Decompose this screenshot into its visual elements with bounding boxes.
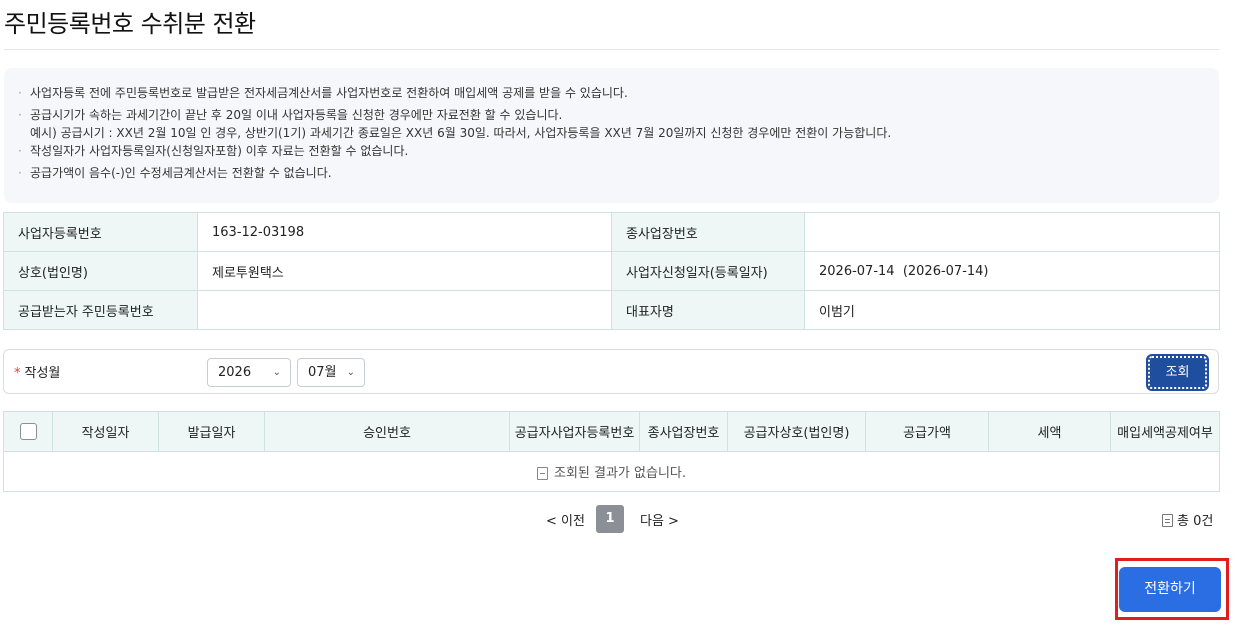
notice-line: · 공급가액이 음수(-)인 수정세금계산서는 전환할 수 없습니다.: [18, 166, 332, 180]
col-issue-date: 발급일자: [158, 411, 265, 452]
chevron-down-icon: ⌄: [272, 367, 281, 378]
col-approval-no: 승인번호: [264, 411, 510, 452]
company-value: 제로투원택스: [197, 251, 612, 291]
table-header-row: 작성일자 발급일자 승인번호 공급자사업자등록번호 종사업장번호 공급자상호(법…: [3, 411, 1220, 452]
col-write-date: 작성일자: [52, 411, 159, 452]
biz-no-label: 사업자등록번호: [3, 212, 198, 252]
business-info-table: 사업자등록번호 163-12-03198 종사업장번호 상호(법인명) 제로투원…: [3, 212, 1220, 330]
select-all-cell[interactable]: [3, 411, 53, 452]
empty-row: 조회된 결과가 없습니다.: [3, 451, 1220, 492]
page-title: 주민등록번호 수취분 전환: [4, 10, 256, 38]
prev-page-link[interactable]: < 이전: [546, 510, 585, 529]
apply-date-label: 사업자신청일자(등록일자): [611, 251, 805, 291]
notice-box: · 사업자등록 전에 주민등록번호로 발급받은 전자세금계산서를 사업자번호로 전…: [4, 68, 1219, 203]
month-filter-label: * 작성월: [14, 366, 61, 381]
col-sub-biz-no: 종사업장번호: [639, 411, 728, 452]
biz-no-value: 163-12-03198: [197, 212, 612, 252]
bullet-icon: ·: [18, 144, 22, 158]
page-1-button[interactable]: 1: [596, 505, 624, 533]
apply-date-value: 2026-07-14 (2026-07-14): [804, 251, 1220, 291]
required-mark: *: [14, 366, 21, 381]
search-filter-bar: * 작성월 2026 ⌄ 07월 ⌄ 조회: [3, 349, 1219, 394]
notice-line: · 작성일자가 사업자등록일자(신청일자포함) 이후 자료는 전환할 수 없습니다…: [18, 144, 409, 158]
receiver-rrn-label: 공급받는자 주민등록번호: [3, 290, 198, 330]
next-page-link[interactable]: 다음 >: [640, 510, 679, 529]
search-button[interactable]: 조회: [1146, 354, 1209, 391]
year-select[interactable]: 2026 ⌄: [207, 358, 291, 387]
pagination: < 이전 1 다음 > 총 0건: [0, 505, 1238, 533]
bullet-icon: ·: [18, 166, 22, 180]
notice-line: · 사업자등록 전에 주민등록번호로 발급받은 전자세금계산서를 사업자번호로 전…: [18, 86, 628, 100]
empty-document-icon: [537, 467, 548, 480]
sub-biz-value: [804, 212, 1220, 252]
notice-line-example: 예시) 공급시기 : XX년 2월 10일 인 경우, 상반기(1기) 과세기간…: [30, 126, 892, 140]
company-label: 상호(법인명): [3, 251, 198, 291]
document-icon: [1162, 514, 1173, 527]
empty-cell: 조회된 결과가 없습니다.: [3, 451, 1220, 492]
col-supplier-name: 공급자상호(법인명): [727, 411, 866, 452]
chevron-down-icon: ⌄: [346, 367, 355, 378]
bullet-icon: ·: [18, 108, 22, 122]
receiver-rrn-value: [197, 290, 612, 330]
ceo-label: 대표자명: [611, 290, 805, 330]
title-divider: [4, 49, 1219, 50]
sub-biz-label: 종사업장번호: [611, 212, 805, 252]
empty-message: 조회된 결과가 없습니다.: [554, 466, 686, 481]
bullet-icon: ·: [18, 86, 22, 100]
total-count: 총 0건: [1162, 510, 1213, 529]
col-deduction: 매입세액공제여부: [1110, 411, 1220, 452]
result-table: 작성일자 발급일자 승인번호 공급자사업자등록번호 종사업장번호 공급자상호(법…: [3, 411, 1220, 492]
ceo-value: 이범기: [804, 290, 1220, 330]
convert-button[interactable]: 전환하기: [1119, 567, 1221, 612]
select-all-checkbox[interactable]: [19, 423, 37, 440]
month-select[interactable]: 07월 ⌄: [297, 358, 365, 387]
col-tax: 세액: [988, 411, 1111, 452]
col-supplier-biz-no: 공급자사업자등록번호: [509, 411, 640, 452]
col-supply-amount: 공급가액: [865, 411, 989, 452]
